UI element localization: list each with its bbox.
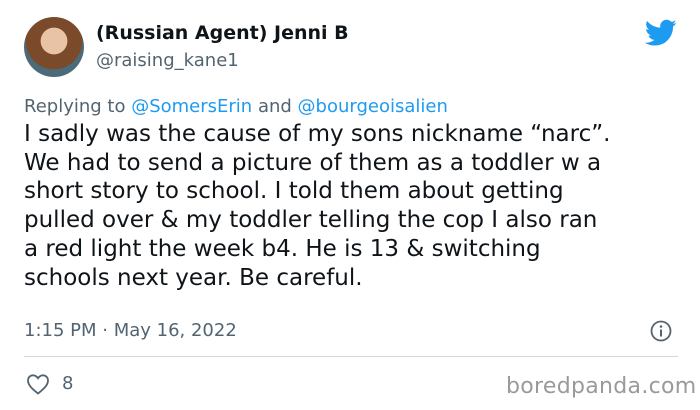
mention-link-2[interactable]: @bourgeoisalien [298, 96, 448, 117]
reply-joiner: and [252, 96, 298, 117]
twitter-bird-icon[interactable] [645, 19, 677, 47]
author-display-name[interactable]: (Russian Agent) Jenni B [96, 22, 349, 44]
reply-context: Replying to @SomersErin and @bourgeoisal… [24, 96, 448, 117]
tweet-timestamp[interactable]: 1:15 PM · May 16, 2022 [24, 320, 237, 341]
info-icon[interactable] [650, 320, 672, 342]
like-count: 8 [62, 373, 74, 394]
reply-prefix: Replying to [24, 96, 132, 117]
avatar[interactable] [24, 17, 84, 77]
author-handle[interactable]: @raising_kane1 [96, 50, 239, 71]
mention-link-1[interactable]: @SomersErin [131, 96, 252, 117]
watermark: boredpanda.com [506, 374, 697, 399]
divider [24, 356, 678, 357]
heart-icon[interactable] [26, 373, 50, 395]
tweet-text: I sadly was the cause of my sons nicknam… [24, 121, 611, 291]
